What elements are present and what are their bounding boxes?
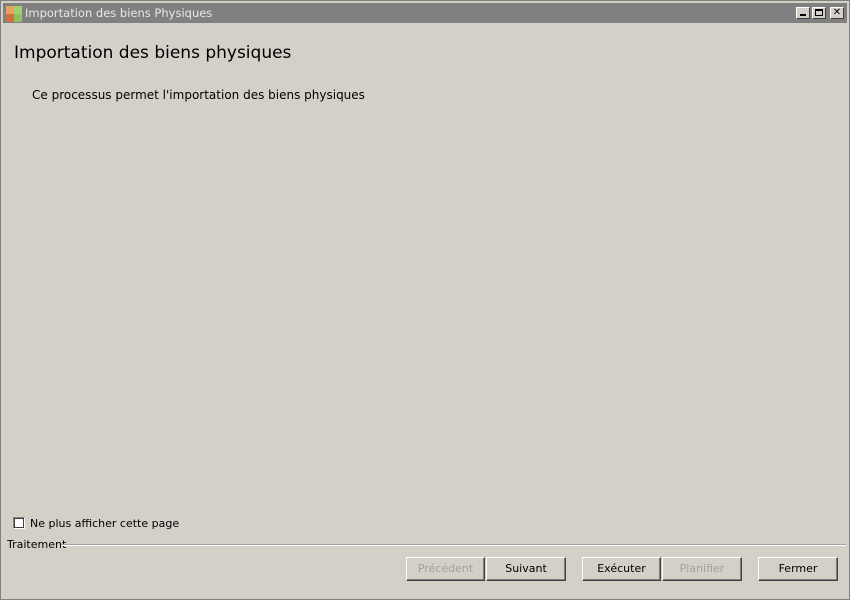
maximize-icon <box>815 9 823 16</box>
minimize-icon <box>800 14 806 16</box>
previous-button[interactable]: Précédent <box>406 557 485 581</box>
dont-show-again-checkbox[interactable] <box>13 517 25 529</box>
title-bar[interactable]: Importation des biens Physiques ✕ <box>3 3 847 23</box>
app-icon <box>6 6 22 22</box>
window-title: Importation des biens Physiques <box>25 6 213 20</box>
page-description: Ce processus permet l'importation des bi… <box>32 88 365 102</box>
close-icon: ✕ <box>832 7 842 18</box>
close-window-button[interactable]: ✕ <box>830 7 844 19</box>
minimize-button[interactable] <box>796 7 810 19</box>
dialog-window: Importation des biens Physiques ✕ Import… <box>0 0 850 600</box>
execute-button[interactable]: Exécuter <box>582 557 661 581</box>
close-button[interactable]: Fermer <box>758 557 838 581</box>
dont-show-again-label[interactable]: Ne plus afficher cette page <box>30 517 179 530</box>
page-title: Importation des biens physiques <box>14 43 292 63</box>
schedule-button[interactable]: Planifier <box>662 557 742 581</box>
next-button[interactable]: Suivant <box>486 557 566 581</box>
group-label-traitement: Traitement <box>7 538 69 551</box>
group-divider <box>61 544 846 546</box>
maximize-button[interactable] <box>812 7 826 19</box>
